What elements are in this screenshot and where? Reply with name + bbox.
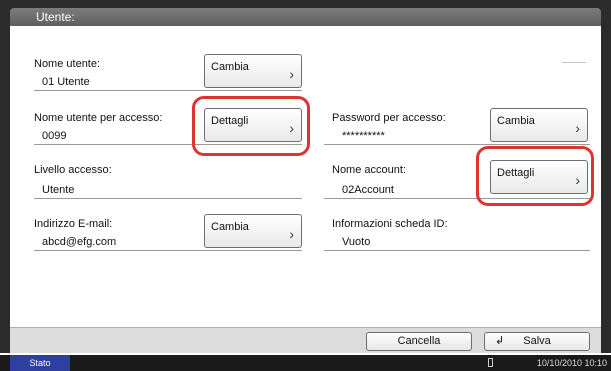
button-label: Cambia (211, 61, 249, 73)
id-card-label: Informazioni scheda ID: (332, 218, 448, 230)
login-user-label: Nome utente per accesso: (34, 112, 163, 124)
email-label: Indirizzo E-mail: (34, 218, 113, 230)
email-underline (34, 250, 302, 251)
save-button[interactable]: ↲ Salva (484, 332, 590, 351)
user-name-label: Nome utente: (34, 58, 101, 70)
divider (562, 62, 586, 63)
login-password-label: Password per accesso: (332, 112, 446, 124)
document-icon (488, 358, 493, 367)
user-panel: Nome utente: 01 Utente Cambia › Nome ute… (10, 26, 601, 327)
status-button[interactable]: Stato (10, 355, 70, 371)
login-password-value: ********** (342, 130, 385, 142)
account-name-value: 02Account (342, 184, 394, 196)
login-user-value: 0099 (42, 130, 67, 142)
user-name-underline (34, 90, 302, 91)
save-button-label: Salva (523, 335, 551, 347)
chevron-right-icon: › (289, 66, 294, 82)
account-name-label: Nome account: (332, 164, 406, 176)
button-label: Cambia (497, 115, 535, 127)
user-name-value: 01 Utente (42, 76, 90, 88)
id-card-underline (324, 250, 590, 251)
main-window: Utente: Nome utente: 01 Utente Cambia › … (0, 0, 611, 353)
email-change-button[interactable]: Cambia › (204, 214, 302, 248)
access-level-underline (34, 198, 302, 199)
date-time: 10/10/2010 10:10 (536, 358, 607, 368)
footer-bar: Cancella ↲ Salva (10, 327, 601, 353)
chevron-right-icon: › (289, 226, 294, 242)
login-password-underline (324, 144, 590, 145)
highlight-account-name-details (476, 146, 594, 206)
chevron-right-icon: › (575, 120, 580, 136)
id-card-value: Vuoto (342, 236, 371, 248)
status-bar: Stato 10/10/2010 10:10 (0, 355, 611, 371)
cancel-button[interactable]: Cancella (366, 332, 472, 351)
enter-icon: ↲ (495, 335, 505, 347)
email-value: abcd@efg.com (42, 236, 117, 248)
window-title: Utente: (10, 8, 601, 26)
button-label: Cambia (211, 221, 249, 233)
user-name-change-button[interactable]: Cambia › (204, 54, 302, 88)
access-level-value: Utente (42, 184, 75, 196)
access-level-label: Livello accesso: (34, 164, 112, 176)
login-password-change-button[interactable]: Cambia › (490, 108, 588, 142)
highlight-login-user-details (192, 96, 310, 156)
